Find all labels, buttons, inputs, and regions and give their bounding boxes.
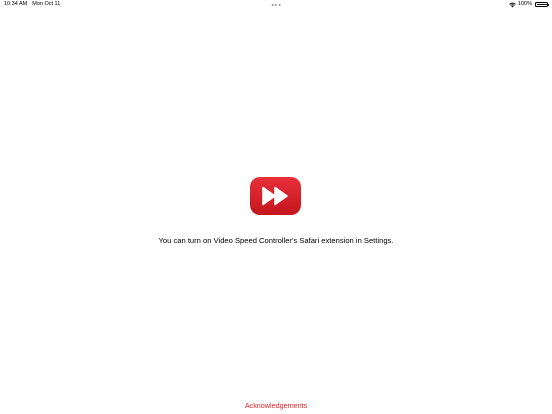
wifi-icon <box>509 2 516 7</box>
status-date: Mon Oct 11 <box>32 1 61 7</box>
battery-percentage: 100% <box>517 1 532 7</box>
battery-cap <box>547 4 549 7</box>
extension-instructions-text: You can turn on Video Speed Controller's… <box>158 236 394 245</box>
multitasking-menu-icon[interactable] <box>271 4 281 6</box>
status-bar: 10:34 AM Mon Oct 11 100% <box>0 0 552 10</box>
fast-forward-icon <box>250 177 301 215</box>
status-time: 10:34 AM <box>4 1 28 7</box>
dot-icon <box>275 4 277 6</box>
acknowledgements-link[interactable]: Acknowledgements <box>0 401 552 411</box>
status-left: 10:34 AM Mon Oct 11 <box>4 0 60 9</box>
status-right: 100% <box>509 0 549 9</box>
battery-icon <box>535 2 549 7</box>
dot-icon <box>278 4 281 6</box>
battery-fill <box>536 3 547 6</box>
dot-icon <box>271 4 274 6</box>
